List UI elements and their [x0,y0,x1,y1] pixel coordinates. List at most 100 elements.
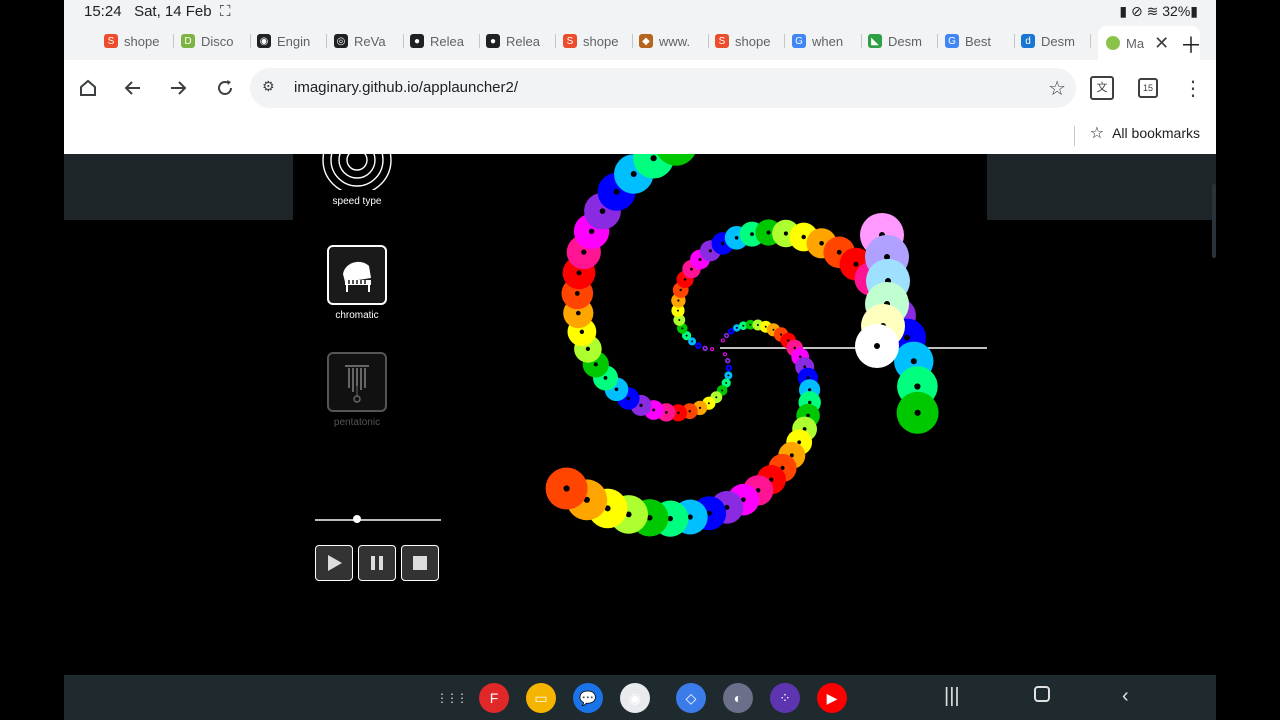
note-disc-center [798,355,802,359]
tab-0[interactable]: Sshope [104,28,174,54]
url-text[interactable]: imaginary.github.io/applauncher2/ [294,79,518,96]
tab-1[interactable]: D Disco [181,28,251,54]
messages-icon[interactable]: 💬 [573,683,603,713]
home-nav-button[interactable] [1034,685,1050,708]
tab-4[interactable]: ● Relea [410,28,480,54]
translate-icon: 文 [1090,76,1114,100]
tab-label: shope [583,33,619,49]
note-disc-center [613,188,620,195]
note-disc-center [780,333,783,336]
note-disc-center [914,383,921,390]
back-nav-button[interactable]: ‹ [1122,685,1129,708]
home-button[interactable] [74,74,102,102]
tab-label: Relea [430,33,464,49]
note-disc-center [652,408,656,412]
tab-separator [250,34,251,48]
note-disc-center [793,346,796,350]
note-disc-center [727,374,730,377]
note-disc-center [664,411,668,414]
bookmarks-divider [1074,126,1075,146]
note-disc-center [685,334,688,337]
roblox-icon[interactable]: ◇ [676,683,706,713]
tab-label: shope [735,33,771,49]
note-disc-center [697,344,700,347]
note-disc-center [801,234,806,240]
note-disc-center [585,346,590,351]
bookmarks-bar: ☆ All bookmarks [64,116,1216,154]
youtube-icon[interactable]: ▶ [817,683,847,713]
tab-8[interactable]: Sshope [715,28,785,54]
menu-button[interactable]: ⋮ [1179,74,1207,102]
tab-12[interactable]: d Desm [1021,28,1091,54]
note-disc-center [910,358,917,365]
browser-toolbar: ⚙ imaginary.github.io/applauncher2/ ☆ 文 … [64,60,1216,116]
tab-favicon-icon: D [181,34,195,48]
note-disc-center [599,208,606,214]
note-disc-center [704,347,707,350]
tab-9[interactable]: Gwhen [792,28,862,54]
reload-button[interactable] [211,74,239,102]
address-bar[interactable]: ⚙ imaginary.github.io/applauncher2/ ☆ [250,68,1076,108]
note-disc-center [721,339,724,342]
note-disc-center [724,353,726,356]
note-disc-center [677,299,680,302]
more-vert-icon: ⋮ [1183,77,1203,100]
spiral-visualization[interactable] [293,154,987,675]
note-disc-center [725,334,728,337]
tab-favicon-icon: d [1021,34,1035,48]
chrome-icon[interactable]: ◉ [620,683,650,713]
note-disc-center [808,388,812,392]
note-disc-center [679,288,682,292]
files-icon[interactable]: ▭ [526,683,556,713]
note-disc-center [707,402,710,405]
home-square-icon [1034,686,1050,702]
note-disc-center [904,334,910,341]
new-tab-button[interactable]: ＋ [1180,28,1202,60]
tab-favicon-icon: ◎ [334,34,348,48]
page-left-panel [64,154,293,220]
game-icon[interactable]: ◐ [723,683,753,713]
flipboard-icon[interactable]: F [479,683,509,713]
page-scrollbar[interactable] [1212,184,1216,258]
note-disc-center [603,376,608,380]
tab-switcher-button[interactable]: 15 [1134,74,1162,102]
tab-separator [632,34,633,48]
bookmark-star-icon[interactable]: ☆ [1048,76,1066,101]
tab-3[interactable]: ◎ ReVa [334,28,404,54]
tab-label: Disco [201,33,234,49]
tab-separator [937,34,938,48]
all-bookmarks-button[interactable]: ☆ All bookmarks [1090,123,1200,143]
tab-separator [555,34,556,48]
note-disc-center [650,155,657,162]
tab-7[interactable]: ◆ www. [639,28,709,54]
site-info-icon[interactable]: ⚙ [262,78,282,98]
app-library-icon[interactable]: ⁘ [770,683,800,713]
note-disc-center [677,309,679,312]
translate-button[interactable]: 文 [1088,74,1116,102]
tab-label: when [812,33,844,49]
note-disc-center [727,366,730,369]
note-disc-center [735,326,738,329]
close-tab-icon[interactable]: ✕ [1154,33,1169,54]
tab-favicon-icon: ● [486,34,500,48]
forward-button[interactable] [164,74,192,102]
note-disc-center [853,261,859,267]
tab-favicon-icon: S [715,34,729,48]
status-indicators: ▮ ⊘ ≋ 32%▮ [1119,3,1198,19]
tab-11[interactable]: G Best [945,28,1015,54]
tab-strip: Ma ✕ ＋ Sshope D Disco ◉ Engin ◎ ReVa ● Relea ● Rel… [64,22,1216,60]
tab-10[interactable]: ◣ Desm [868,28,938,54]
note-disc-center [576,310,581,316]
note-disc-center [667,515,673,522]
tab-separator [173,34,174,48]
apps-grid-icon[interactable]: ⋮⋮⋮ [436,683,468,713]
tab-6[interactable]: Sshope [563,28,633,54]
tab-separator [326,34,327,48]
tab-separator [1090,34,1091,48]
back-button[interactable] [119,74,147,102]
tab-5[interactable]: ● Relea [486,28,556,54]
recent-apps-button[interactable]: ||| [944,685,960,708]
tab-2[interactable]: ◉ Engin [257,28,327,54]
status-time: 15:24 Sat, 14 Feb ⛶ [84,3,231,20]
note-disc-center [574,291,580,296]
